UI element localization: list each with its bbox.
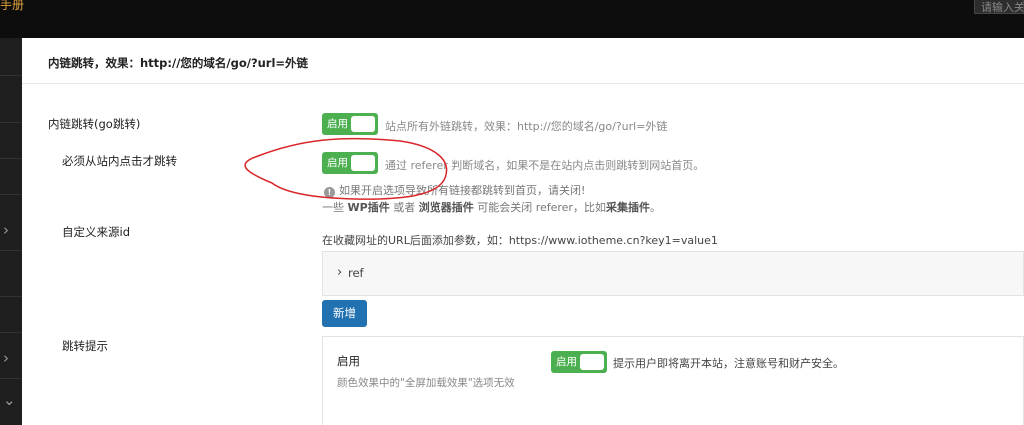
annotation-ellipse [244, 137, 448, 200]
red-circle-annotation [244, 137, 448, 200]
